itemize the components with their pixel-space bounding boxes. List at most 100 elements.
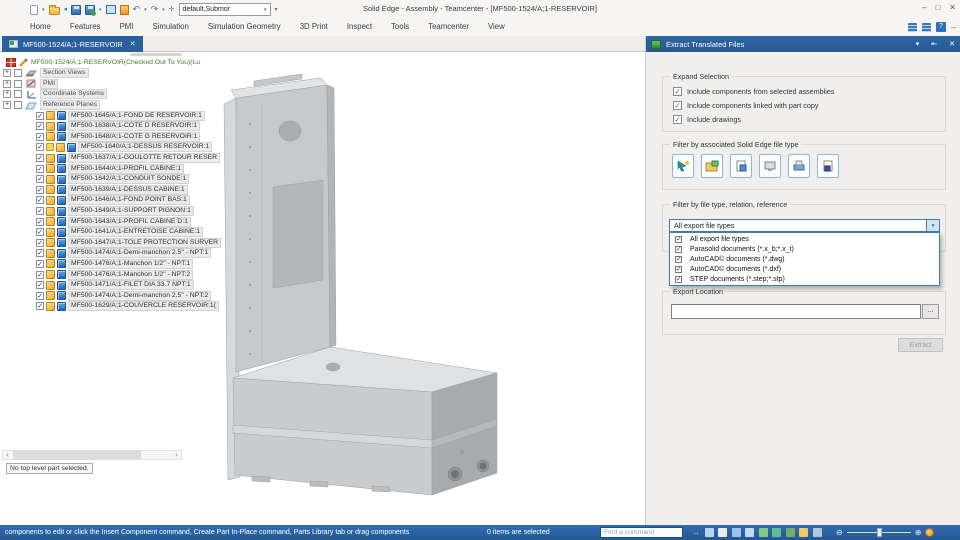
rotate-icon[interactable] bbox=[759, 528, 768, 537]
part-visibility-checkbox[interactable] bbox=[36, 154, 44, 162]
part-visibility-checkbox[interactable] bbox=[36, 207, 44, 215]
part-visibility-checkbox[interactable] bbox=[36, 133, 44, 141]
part-visibility-checkbox[interactable] bbox=[36, 281, 44, 289]
filetype-sheetmetal-button[interactable] bbox=[759, 154, 781, 178]
minimize-ribbon-icon[interactable]: – bbox=[951, 23, 956, 32]
option-checkbox[interactable] bbox=[675, 256, 682, 263]
zoom-in-icon[interactable]: ⊕ bbox=[915, 528, 922, 538]
tree-part-row[interactable]: MF500-1648/A;1-COTE G RESERVOIR:1 bbox=[0, 132, 236, 143]
display-options-icon[interactable] bbox=[908, 23, 917, 32]
option-label[interactable]: AutoCAD© documents (*.dwg) bbox=[690, 256, 785, 263]
ribbon-tab[interactable]: Teamcenter bbox=[428, 18, 469, 36]
dropdown-option[interactable]: AutoCAD© documents (*.dwg) bbox=[670, 254, 939, 264]
tree-part-label[interactable]: MF500-1637/A;1-GOULOTTE RETOUR RESER bbox=[68, 153, 220, 163]
option-include-part-copy[interactable]: Include components linked with part copy bbox=[673, 101, 818, 110]
part-visibility-checkbox[interactable] bbox=[36, 249, 44, 257]
tree-group-coordinate-systems[interactable]: Coordinate Systems bbox=[0, 89, 236, 100]
dialog-close-icon[interactable]: ✕ bbox=[949, 40, 955, 48]
option-checkbox[interactable] bbox=[675, 246, 682, 253]
tree-group-label[interactable]: Section Views bbox=[40, 68, 89, 78]
combobox-dropdown-icon[interactable]: ▼ bbox=[926, 220, 939, 231]
option-label[interactable]: AutoCAD© documents (*.dxf) bbox=[690, 266, 781, 273]
ribbon-tab[interactable]: Inspect bbox=[347, 18, 372, 36]
tree-part-label[interactable]: MF500-1639/A;1-DESSUS CABINE:1 bbox=[68, 185, 188, 195]
filetype-draft-button[interactable] bbox=[817, 154, 839, 178]
tree-part-label[interactable]: MF500-1647/A;1-TOLE PROTECTION SURVER bbox=[68, 238, 221, 248]
zoom-out-icon[interactable]: ⊖ bbox=[836, 528, 843, 538]
zoom-slider[interactable] bbox=[847, 532, 911, 533]
part-visibility-checkbox[interactable] bbox=[36, 143, 44, 151]
view-styles-icon[interactable] bbox=[786, 528, 795, 537]
ribbon-tab[interactable]: PMI bbox=[120, 18, 134, 36]
command-arrow-icon[interactable]: → bbox=[692, 528, 700, 537]
maximize-button[interactable]: □ bbox=[935, 0, 940, 15]
tree-root-row[interactable]: MF500-1524/A;1-RESERVOIR(Checked Out To … bbox=[0, 57, 236, 68]
tree-part-row[interactable]: MF500-1474/A;1-Demi-manchon 2.5" - NPT:1 bbox=[0, 248, 236, 259]
visibility-checkbox[interactable] bbox=[14, 90, 22, 98]
pathfinder-resize-grip[interactable] bbox=[130, 53, 182, 56]
tree-root-label[interactable]: MF500-1524/A;1-RESERVOIR(Checked Out To … bbox=[31, 58, 200, 67]
extract-button[interactable]: Extract bbox=[898, 338, 943, 352]
ribbon-tab[interactable]: Simulation Geometry bbox=[208, 18, 281, 36]
part-visibility-checkbox[interactable] bbox=[36, 122, 44, 130]
tree-part-label[interactable]: MF500-1471/A;1-FILET DIA 33.7 NPT:1 bbox=[68, 280, 194, 290]
part-visibility-checkbox[interactable] bbox=[36, 271, 44, 279]
dialog-pin-icon[interactable]: ⇤ bbox=[931, 40, 937, 48]
ribbon-tab[interactable]: Simulation bbox=[152, 18, 188, 36]
screen-view-icon[interactable] bbox=[705, 528, 714, 537]
tree-part-label[interactable]: MF500-1646/A;1-FOND POINT BAS:1 bbox=[68, 195, 190, 205]
checkbox[interactable] bbox=[673, 115, 682, 124]
tree-part-row[interactable]: MF500-1629/A;1-COUVERCLE RESERVOIR:1( bbox=[0, 301, 236, 312]
scroll-left-icon[interactable]: ‹ bbox=[3, 451, 12, 459]
tree-part-label[interactable]: MF500-1474/A;1-Demi-manchon 2.5" - NPT:2 bbox=[68, 291, 211, 301]
visibility-checkbox[interactable] bbox=[14, 80, 22, 88]
part-visibility-checkbox[interactable] bbox=[36, 218, 44, 226]
export-filetype-combobox[interactable]: All export file types ▼ bbox=[669, 219, 940, 232]
expand-icon[interactable] bbox=[3, 90, 11, 98]
browse-button[interactable]: ... bbox=[922, 304, 939, 319]
ribbon-tab[interactable]: 3D Print bbox=[300, 18, 328, 36]
tree-group-label[interactable]: Reference Planes bbox=[40, 100, 100, 110]
part-visibility-checkbox[interactable] bbox=[36, 196, 44, 204]
dropdown-option[interactable]: Parasolid documents (*.x_b;*.x_t) bbox=[670, 244, 939, 254]
pathfinder-horizontal-scrollbar[interactable]: ‹ › bbox=[2, 450, 182, 460]
option-checkbox[interactable] bbox=[675, 276, 682, 283]
document-tab[interactable]: MF500-1524/A;1-RESERVOIR ✕ bbox=[2, 36, 143, 52]
tree-part-row[interactable]: MF500-1637/A;1-GOULOTTE RETOUR RESER bbox=[0, 153, 236, 164]
tree-part-row[interactable]: MF500-1474/A;1-Demi-manchon 2.5" - NPT:2 bbox=[0, 290, 236, 301]
part-visibility-checkbox[interactable] bbox=[36, 239, 44, 247]
tree-part-label[interactable]: MF500-1648/A;1-COTE G RESERVOIR:1 bbox=[68, 132, 200, 142]
tree-part-label[interactable]: MF500-1642/A;1-CONDUIT SONDE:1 bbox=[68, 174, 189, 184]
visibility-checkbox[interactable] bbox=[14, 101, 22, 109]
tree-part-label[interactable]: MF500-1476/A;1-Manchon 1/2" - NPT:1 bbox=[68, 259, 193, 269]
zoom-fit-icon[interactable] bbox=[925, 528, 934, 537]
tree-part-label[interactable]: MF500-1474/A;1-Demi-manchon 2.5" - NPT:1 bbox=[68, 248, 211, 258]
filetype-part-button[interactable] bbox=[730, 154, 752, 178]
help-icon[interactable]: ? bbox=[936, 22, 946, 32]
dropdown-option[interactable]: All export file types bbox=[670, 234, 939, 244]
view-overrides-icon[interactable] bbox=[813, 528, 822, 537]
part-visibility-checkbox[interactable] bbox=[36, 112, 44, 120]
part-visibility-checkbox[interactable] bbox=[36, 302, 44, 310]
tree-group-label[interactable]: Coordinate Systems bbox=[40, 89, 107, 99]
tree-part-row[interactable]: MF500-1640/A;1-DESSUS RESERVOIR:1 bbox=[0, 142, 236, 153]
theme-options-icon[interactable] bbox=[922, 23, 931, 32]
checkbox[interactable] bbox=[673, 87, 682, 96]
tree-part-row[interactable]: MF500-1643/A;1-PROFIL CABINE D:1 bbox=[0, 216, 236, 227]
find-command-input[interactable] bbox=[600, 527, 683, 538]
dropdown-option[interactable]: AutoCAD© documents (*.dxf) bbox=[670, 264, 939, 274]
pan-icon[interactable] bbox=[745, 528, 754, 537]
tree-part-row[interactable]: MF500-1476/A;1-Manchon 1/2" - NPT:2 bbox=[0, 269, 236, 280]
tree-group-label[interactable]: PMI bbox=[40, 79, 58, 89]
tree-part-row[interactable]: MF500-1645/A;1-FOND DE RESERVOIR:1 bbox=[0, 110, 236, 121]
tree-part-row[interactable]: MF500-1476/A;1-Manchon 1/2" - NPT:1 bbox=[0, 259, 236, 270]
tree-part-row[interactable]: MF500-1641/A;1-ENTRETOISE CABINE:1 bbox=[0, 227, 236, 238]
option-checkbox[interactable] bbox=[675, 236, 682, 243]
tree-part-row[interactable]: MF500-1642/A;1-CONDUIT SONDE:1 bbox=[0, 174, 236, 185]
part-visibility-checkbox[interactable] bbox=[36, 292, 44, 300]
option-include-drawings[interactable]: Include drawings bbox=[673, 115, 741, 124]
option-checkbox[interactable] bbox=[675, 266, 682, 273]
part-visibility-checkbox[interactable] bbox=[36, 175, 44, 183]
checkbox[interactable] bbox=[673, 101, 682, 110]
ribbon-tab[interactable]: Features bbox=[70, 18, 101, 36]
